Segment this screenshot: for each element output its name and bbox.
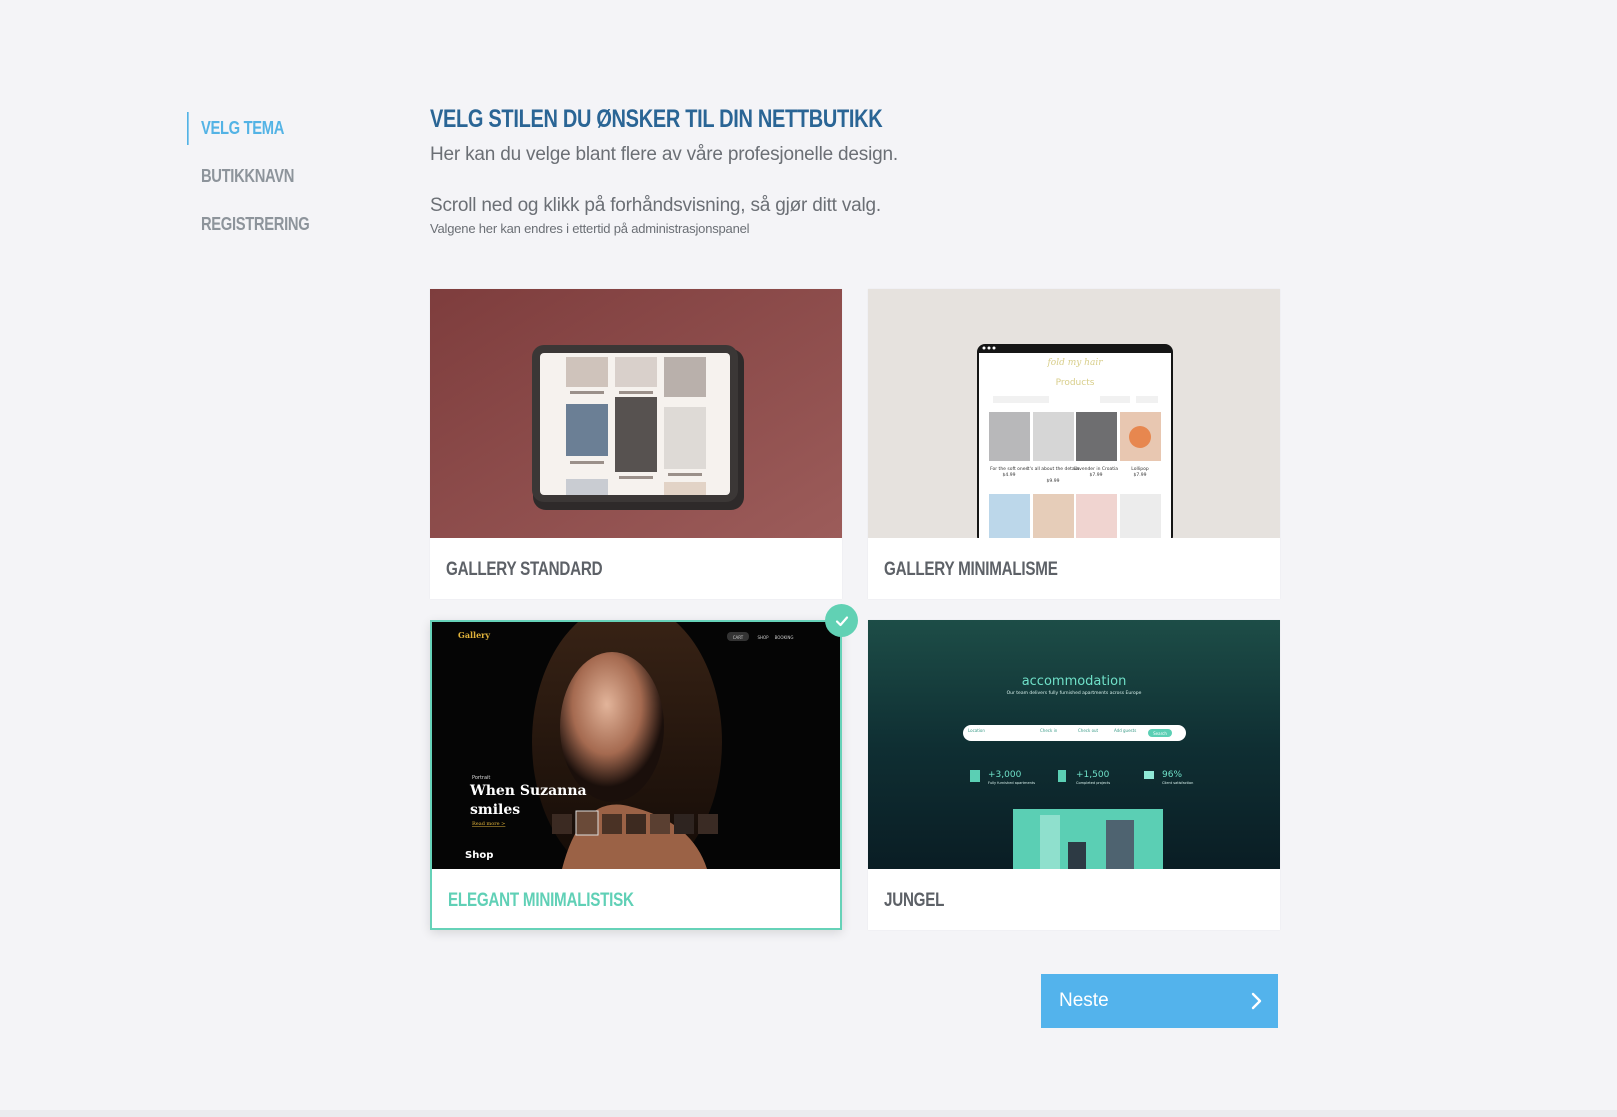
svg-text:BOOKING: BOOKING — [775, 635, 794, 640]
check-icon — [825, 604, 858, 637]
theme-preview-jungel: accommodation Our team delivers fully fu… — [868, 620, 1280, 869]
svg-text:smiles: smiles — [470, 802, 520, 818]
theme-preview-elegant-minimalistisk: Gallery CART SHOP BOOKING Portrait When … — [432, 622, 840, 871]
svg-text:Fully furnished apartments: Fully furnished apartments — [988, 781, 1035, 785]
svg-text:+1,500: +1,500 — [1076, 770, 1110, 780]
svg-text:Completed projects: Completed projects — [1076, 781, 1110, 785]
chevron-right-icon — [1250, 992, 1262, 1016]
step-registrering[interactable]: REGISTRERING — [187, 208, 351, 241]
svg-text:Portrait: Portrait — [472, 775, 490, 781]
step-navigation: VELG TEMA BUTIKKNAVN REGISTRERING — [187, 112, 387, 241]
next-button[interactable]: Neste — [1041, 974, 1278, 1028]
theme-label: GALLERY MINIMALISME — [884, 559, 1058, 580]
svg-text:Location: Location — [968, 728, 985, 733]
preview-logo: Gallery — [458, 630, 490, 640]
theme-card-gallery-minimalisme[interactable]: fold my hair Products For the soft ones … — [868, 289, 1280, 599]
svg-text:CART: CART — [733, 635, 744, 640]
page-subtitle: Her kan du velge blant flere av våre pro… — [430, 144, 898, 165]
svg-text:Search: Search — [1153, 731, 1167, 736]
theme-card-elegant-minimalistisk[interactable]: Gallery CART SHOP BOOKING Portrait When … — [430, 604, 858, 930]
svg-text:For the soft ones: For the soft ones — [990, 466, 1028, 472]
bottom-divider — [0, 1110, 1617, 1117]
svg-text:When Suzanna: When Suzanna — [469, 783, 587, 799]
svg-text:Client satisfaction: Client satisfaction — [1162, 781, 1193, 785]
step-butikknavn[interactable]: BUTIKKNAVN — [187, 160, 351, 193]
theme-preview-gallery-standard — [430, 289, 842, 538]
svg-text:$4.99: $4.99 — [1003, 472, 1016, 478]
svg-text:$9.99: $9.99 — [1047, 478, 1060, 484]
svg-text:+3,000: +3,000 — [988, 770, 1022, 780]
svg-text:Our team delivers fully furnis: Our team delivers fully furnished apartm… — [1007, 690, 1142, 696]
svg-text:Shop: Shop — [465, 850, 493, 861]
theme-card-gallery-standard[interactable]: GALLERY STANDARD — [430, 289, 842, 599]
theme-label: GALLERY STANDARD — [446, 559, 603, 580]
step-velg-tema[interactable]: VELG TEMA — [187, 112, 351, 145]
svg-text:96%: 96% — [1162, 770, 1182, 780]
page-note: Valgene her kan endres i ettertid på adm… — [430, 221, 750, 236]
svg-text:It's all about the details: It's all about the details — [1026, 466, 1080, 472]
preview-heading: Products — [1056, 378, 1095, 388]
theme-card-jungel[interactable]: accommodation Our team delivers fully fu… — [868, 620, 1280, 930]
svg-text:Add guests: Add guests — [1114, 728, 1136, 733]
theme-label: JUNGEL — [884, 890, 945, 911]
svg-text:Check in: Check in — [1040, 728, 1058, 733]
theme-label: ELEGANT MINIMALISTISK — [448, 890, 634, 911]
svg-text:$7.99: $7.99 — [1134, 472, 1147, 478]
page-instruction: Scroll ned og klikk på forhåndsvisning, … — [430, 195, 881, 216]
svg-text:Check out: Check out — [1078, 728, 1099, 733]
page-title: VELG STILEN DU ØNSKER TIL DIN NETTBUTIKK — [430, 105, 883, 133]
theme-preview-gallery-minimalisme: fold my hair Products For the soft ones … — [868, 289, 1280, 538]
svg-text:SHOP: SHOP — [757, 635, 769, 640]
svg-text:Lavender in Croatia: Lavender in Croatia — [1074, 466, 1118, 472]
page-header: VELG STILEN DU ØNSKER TIL DIN NETTBUTIKK… — [430, 105, 1282, 236]
svg-text:$7.99: $7.99 — [1090, 472, 1103, 478]
svg-text:Lollipop: Lollipop — [1131, 466, 1149, 472]
svg-text:Read more >: Read more > — [472, 821, 505, 827]
next-button-label: Neste — [1059, 990, 1109, 1011]
preview-title: accommodation — [1022, 674, 1127, 689]
preview-logo: fold my hair — [1046, 358, 1103, 368]
